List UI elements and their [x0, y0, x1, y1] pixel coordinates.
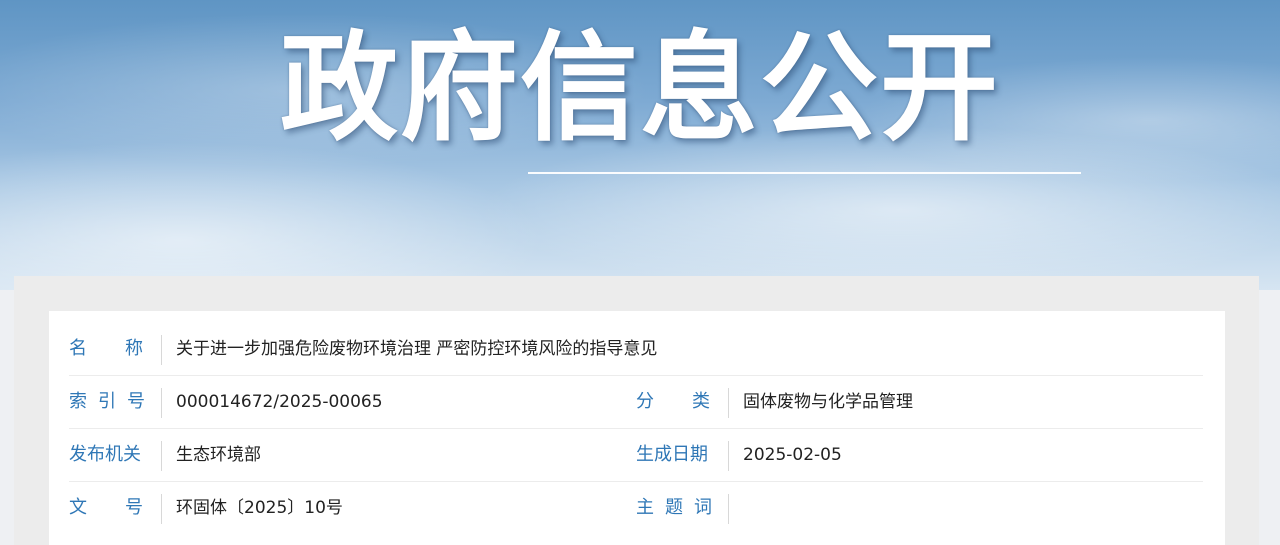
info-table: 名 称 关于进一步加强危险废物环境治理 严密防控环境风险的指导意见 索 引 号 …: [49, 311, 1225, 545]
field-separator: [728, 388, 729, 418]
field-separator: [728, 494, 729, 524]
banner-title: 政府信息公开: [279, 19, 1000, 157]
info-row-publisher: 发布机关 生态环境部 生成日期 2025-02-05: [69, 429, 1203, 482]
field-separator: [161, 494, 162, 524]
field-label-name: 名 称: [69, 338, 143, 359]
field-label-keywords: 主 题 词: [636, 497, 712, 518]
field-label-category: 分 类: [636, 391, 710, 412]
field-label-publisher: 发布机关: [69, 444, 141, 465]
field-separator: [161, 335, 162, 365]
banner-divider: [528, 172, 1081, 174]
field-label-document-number: 文 号: [69, 497, 143, 518]
field-value-publisher: 生态环境部: [176, 445, 261, 465]
field-label-created-date: 生成日期: [636, 444, 708, 465]
field-value-created-date: 2025-02-05: [743, 445, 842, 465]
field-label-index-number: 索 引 号: [69, 391, 145, 412]
field-value-name: 关于进一步加强危险废物环境治理 严密防控环境风险的指导意见: [176, 339, 658, 359]
field-separator: [161, 441, 162, 471]
field-separator: [161, 388, 162, 418]
field-value-category: 固体废物与化学品管理: [743, 392, 913, 412]
field-separator: [728, 441, 729, 471]
info-row-name: 名 称 关于进一步加强危险废物环境治理 严密防控环境风险的指导意见: [69, 323, 1203, 376]
header-banner: 政府信息公开: [0, 0, 1280, 290]
info-row-index: 索 引 号 000014672/2025-00065 分 类 固体废物与化学品管…: [69, 376, 1203, 429]
field-value-document-number: 环固体〔2025〕10号: [176, 498, 343, 518]
field-value-index-number: 000014672/2025-00065: [176, 392, 383, 412]
info-row-document-number: 文 号 环固体〔2025〕10号 主 题 词: [69, 482, 1203, 534]
